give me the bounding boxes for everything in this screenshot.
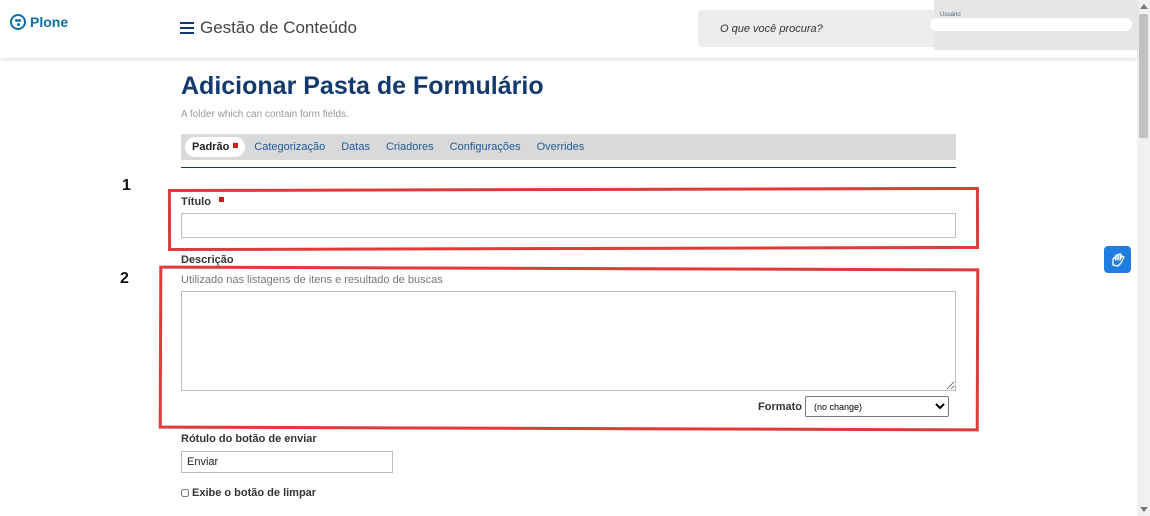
plone-logo[interactable]: Plone — [10, 14, 68, 30]
page-description: A folder which can contain form fields. — [181, 109, 349, 120]
tab-criadores[interactable]: Criadores — [379, 137, 441, 157]
hamburger-icon — [180, 22, 194, 34]
search-input[interactable] — [698, 10, 938, 47]
tab-divider — [181, 167, 956, 168]
logo-text: Plone — [30, 14, 69, 30]
submit-label-input[interactable] — [181, 451, 393, 473]
scroll-down-icon[interactable] — [1140, 507, 1148, 512]
user-menu[interactable]: Usuário — [930, 0, 1137, 50]
required-icon — [233, 143, 239, 148]
clear-button-option[interactable]: Exibe o botão de limpar — [181, 487, 316, 499]
submit-label-field-label: Rótulo do botão de enviar — [181, 433, 317, 445]
tab-padrao[interactable]: Padrão — [185, 137, 246, 157]
description-field-label: Descrição — [181, 254, 234, 266]
form-tabs: Padrão Categorização Datas Criadores Con… — [181, 134, 956, 160]
plone-logo-icon — [10, 14, 26, 30]
tab-overrides[interactable]: Overrides — [530, 137, 592, 157]
annotation-box-1 — [167, 186, 980, 252]
tab-categorizacao[interactable]: Categorização — [247, 137, 332, 157]
top-header: Plone Gestão de Conteúdo Usuário — [0, 0, 1137, 58]
tab-configuracoes[interactable]: Configurações — [443, 137, 528, 157]
sign-language-icon — [1111, 252, 1125, 267]
tab-datas[interactable]: Datas — [334, 137, 377, 157]
clear-button-label: Exibe o botão de limpar — [192, 487, 317, 499]
clear-button-checkbox[interactable] — [181, 489, 189, 497]
scroll-up-icon[interactable] — [1140, 4, 1148, 9]
page-scrollbar[interactable] — [1137, 0, 1150, 516]
redacted-user-name — [930, 18, 1132, 31]
scroll-thumb[interactable] — [1139, 14, 1148, 138]
search-box — [698, 10, 938, 47]
content-management-menu[interactable]: Gestão de Conteúdo — [180, 18, 357, 38]
page-title: Adicionar Pasta de Formulário — [181, 72, 544, 100]
annotation-box-2 — [158, 265, 980, 432]
menu-title: Gestão de Conteúdo — [200, 18, 357, 37]
accessibility-button[interactable] — [1104, 246, 1131, 273]
annotation-number-1: 1 — [122, 177, 131, 194]
annotation-number-2: 2 — [120, 270, 129, 287]
